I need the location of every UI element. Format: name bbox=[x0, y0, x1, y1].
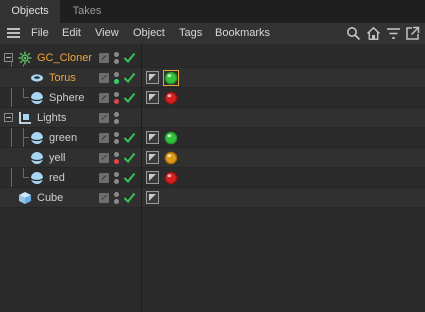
tab-objects[interactable]: Objects bbox=[0, 0, 60, 23]
object-name[interactable]: Cube bbox=[37, 188, 63, 208]
tree-row-red[interactable]: red bbox=[0, 168, 425, 188]
sphere-icon bbox=[30, 151, 44, 165]
render-visibility-dot[interactable] bbox=[114, 59, 119, 64]
enabled-check-icon[interactable] bbox=[123, 91, 136, 104]
tree-row-green[interactable]: green bbox=[0, 128, 425, 148]
tag-icon[interactable] bbox=[146, 131, 159, 144]
render-visibility-dot[interactable] bbox=[114, 159, 119, 164]
menu-edit[interactable]: Edit bbox=[62, 23, 81, 44]
enabled-check-icon[interactable] bbox=[123, 151, 136, 164]
search-icon[interactable] bbox=[346, 26, 361, 41]
render-visibility-dot[interactable] bbox=[114, 199, 119, 204]
cloner-icon bbox=[18, 51, 32, 65]
filter-icon[interactable] bbox=[386, 26, 401, 41]
object-name[interactable]: Torus bbox=[49, 68, 76, 88]
menu-bar: File Edit View Object Tags Bookmarks bbox=[0, 23, 425, 44]
material-tag-red-icon[interactable] bbox=[163, 170, 179, 186]
new-window-icon[interactable] bbox=[405, 26, 420, 41]
material-tag-green-icon[interactable] bbox=[163, 130, 179, 146]
null-group-icon bbox=[18, 111, 32, 125]
hamburger-menu-icon[interactable] bbox=[7, 28, 20, 39]
object-name[interactable]: Sphere bbox=[49, 88, 84, 108]
tag-icon[interactable] bbox=[146, 91, 159, 104]
cube-icon bbox=[18, 191, 32, 205]
collapse-toggle-icon[interactable] bbox=[4, 113, 13, 122]
tree-row-lights[interactable]: Lights bbox=[0, 108, 425, 128]
tag-icon[interactable] bbox=[146, 171, 159, 184]
material-tag-red-icon[interactable] bbox=[163, 90, 179, 106]
layer-toggle-icon[interactable] bbox=[99, 73, 109, 83]
enabled-check-icon[interactable] bbox=[123, 51, 136, 64]
editor-visibility-dot[interactable] bbox=[114, 172, 119, 177]
menu-bookmarks[interactable]: Bookmarks bbox=[215, 23, 270, 44]
editor-visibility-dot[interactable] bbox=[114, 192, 119, 197]
collapse-toggle-icon[interactable] bbox=[4, 53, 13, 62]
object-tree: GC_Cloner Torus Sphere Lights green yell… bbox=[0, 44, 425, 312]
editor-visibility-dot[interactable] bbox=[114, 72, 119, 77]
object-name[interactable]: green bbox=[49, 128, 77, 148]
tag-icon[interactable] bbox=[146, 151, 159, 164]
material-tag-yellow-icon[interactable] bbox=[163, 150, 179, 166]
layer-toggle-icon[interactable] bbox=[99, 53, 109, 63]
render-visibility-dot[interactable] bbox=[114, 79, 119, 84]
menu-object[interactable]: Object bbox=[133, 23, 165, 44]
tags-column-divider[interactable] bbox=[141, 44, 142, 312]
layer-toggle-icon[interactable] bbox=[99, 173, 109, 183]
torus-icon bbox=[30, 71, 44, 85]
render-visibility-dot[interactable] bbox=[114, 99, 119, 104]
tree-row-yell[interactable]: yell bbox=[0, 148, 425, 168]
object-name[interactable]: yell bbox=[49, 148, 66, 168]
layer-toggle-icon[interactable] bbox=[99, 133, 109, 143]
editor-visibility-dot[interactable] bbox=[114, 132, 119, 137]
tag-icon[interactable] bbox=[146, 71, 159, 84]
layer-toggle-icon[interactable] bbox=[99, 153, 109, 163]
tree-row-cube[interactable]: Cube bbox=[0, 188, 425, 208]
sphere-icon bbox=[30, 171, 44, 185]
sphere-icon bbox=[30, 91, 44, 105]
home-icon[interactable] bbox=[366, 26, 381, 41]
tree-row-sphere[interactable]: Sphere bbox=[0, 88, 425, 108]
object-name[interactable]: Lights bbox=[37, 108, 66, 128]
enabled-check-icon[interactable] bbox=[123, 171, 136, 184]
editor-visibility-dot[interactable] bbox=[114, 112, 119, 117]
editor-visibility-dot[interactable] bbox=[114, 152, 119, 157]
material-tag-green-icon[interactable] bbox=[163, 70, 179, 86]
tree-row-gc-cloner[interactable]: GC_Cloner bbox=[0, 48, 425, 68]
render-visibility-dot[interactable] bbox=[114, 179, 119, 184]
tree-row-torus[interactable]: Torus bbox=[0, 68, 425, 88]
object-name[interactable]: red bbox=[49, 168, 65, 188]
sphere-icon bbox=[30, 131, 44, 145]
object-name[interactable]: GC_Cloner bbox=[37, 48, 92, 68]
tab-bar: Objects Takes bbox=[0, 0, 425, 23]
render-visibility-dot[interactable] bbox=[114, 119, 119, 124]
menu-view[interactable]: View bbox=[95, 23, 119, 44]
enabled-check-icon[interactable] bbox=[123, 191, 136, 204]
enabled-check-icon[interactable] bbox=[123, 131, 136, 144]
render-visibility-dot[interactable] bbox=[114, 139, 119, 144]
layer-toggle-icon[interactable] bbox=[99, 193, 109, 203]
tag-icon[interactable] bbox=[146, 191, 159, 204]
layer-toggle-icon[interactable] bbox=[99, 113, 109, 123]
tab-takes[interactable]: Takes bbox=[60, 0, 114, 23]
editor-visibility-dot[interactable] bbox=[114, 52, 119, 57]
enabled-check-icon[interactable] bbox=[123, 71, 136, 84]
menu-file[interactable]: File bbox=[31, 23, 49, 44]
menu-tags[interactable]: Tags bbox=[179, 23, 202, 44]
editor-visibility-dot[interactable] bbox=[114, 92, 119, 97]
layer-toggle-icon[interactable] bbox=[99, 93, 109, 103]
